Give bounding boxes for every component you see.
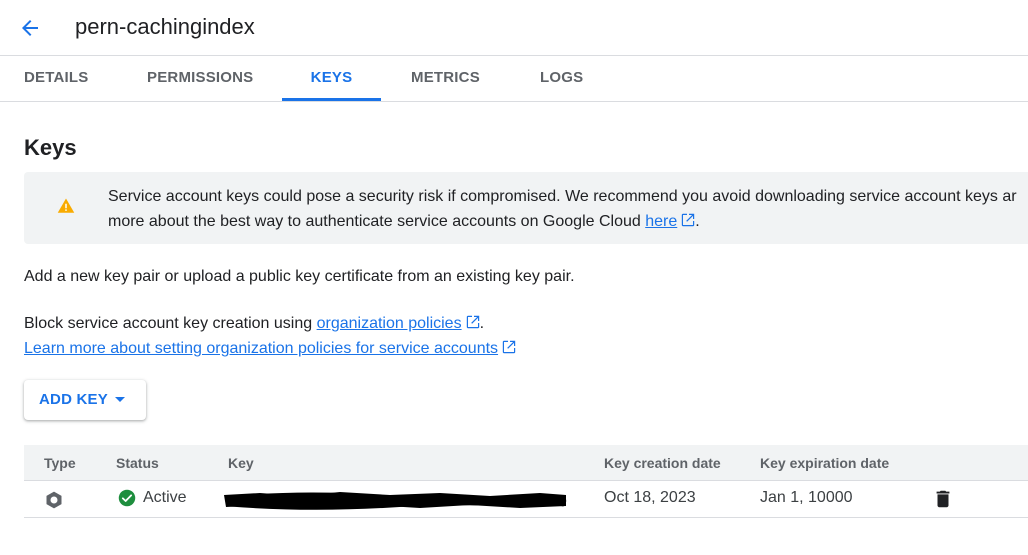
delete-icon[interactable] [932, 488, 954, 510]
external-link-icon [502, 340, 516, 354]
external-link-icon [466, 315, 479, 329]
here-link[interactable]: here [645, 213, 677, 230]
policy-suffix: . [479, 315, 485, 332]
active-tab-indicator [282, 98, 381, 101]
status-text: Active [143, 489, 187, 506]
top-header: pern-cachingindex [0, 0, 1028, 56]
column-header-key: Key [228, 455, 254, 471]
back-button[interactable] [14, 12, 46, 44]
tab-bar: DETAILS PERMISSIONS KEYS METRICS LOGS [0, 56, 1028, 102]
check-circle-icon [118, 489, 136, 507]
add-key-button[interactable]: ADD KEY [24, 380, 146, 420]
add-key-label: ADD KEY [39, 391, 108, 408]
column-header-expiration-date: Key expiration date [760, 455, 890, 471]
column-header-type: Type [44, 455, 76, 471]
warning-line-1: Service account keys could pose a securi… [108, 188, 1017, 205]
tab-details[interactable]: DETAILS [24, 56, 88, 101]
tab-permissions[interactable]: PERMISSIONS [147, 56, 253, 101]
learn-more-link[interactable]: Learn more about setting organization po… [24, 340, 498, 357]
section-title: Keys [24, 135, 77, 160]
column-header-status: Status [116, 455, 159, 471]
tab-logs[interactable]: LOGS [540, 56, 583, 101]
key-type-icon [46, 491, 62, 509]
policy-prefix: Block service account key creation using [24, 315, 317, 332]
warning-message: Service account keys could pose a securi… [108, 184, 1028, 234]
redacted-key-id [224, 492, 567, 510]
caret-down-icon [115, 397, 125, 402]
table-row: Active Oct 18, 2023 Jan 1, 10000 [24, 481, 1028, 518]
organization-policies-link[interactable]: organization policies [317, 315, 462, 332]
external-link-icon [682, 213, 695, 227]
key-expiration-date: Jan 1, 10000 [760, 489, 853, 506]
policy-text: Block service account key creation using… [24, 311, 516, 361]
key-creation-date: Oct 18, 2023 [604, 489, 696, 506]
arrow-back-icon [22, 20, 38, 36]
column-header-creation-date: Key creation date [604, 455, 721, 471]
policy-line-2: Learn more about setting organization po… [24, 336, 516, 361]
policy-line-1: Block service account key creation using… [24, 311, 516, 336]
tab-keys[interactable]: KEYS [282, 56, 381, 101]
tab-metrics[interactable]: METRICS [411, 56, 480, 101]
page-title: pern-cachingindex [75, 14, 255, 39]
security-warning-banner: Service account keys could pose a securi… [24, 172, 1028, 244]
warning-icon [57, 198, 75, 213]
table-header: Type Status Key Key creation date Key ex… [24, 445, 1028, 481]
intro-text: Add a new key pair or upload a public ke… [24, 268, 575, 285]
warning-line-2: more about the best way to authenticate … [108, 209, 1028, 234]
warning-line-2-text: more about the best way to authenticate … [108, 213, 646, 230]
warning-line-2-end: . [695, 213, 700, 230]
